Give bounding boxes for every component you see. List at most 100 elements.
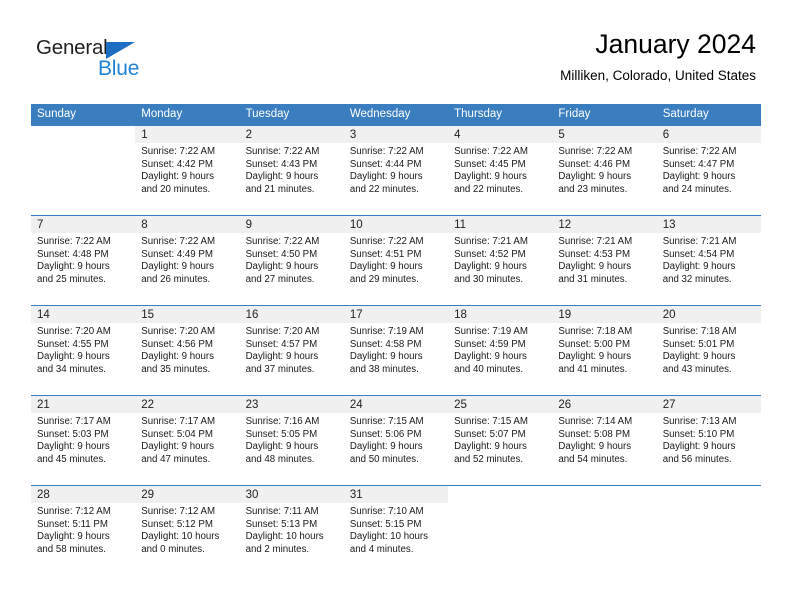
day-detail-lines: Sunrise: 7:14 AM Sunset: 5:08 PM Daylight:… — [552, 413, 656, 466]
day-detail-lines: Sunrise: 7:15 AM Sunset: 5:07 PM Daylight:… — [448, 413, 552, 466]
day-cell-inner: 24 Sunrise: 7:15 AM Sunset: 5:06 PM Dayligh… — [343, 396, 449, 485]
daylight-text-cont: and 56 minutes. — [662, 453, 732, 465]
calendar-day-cell[interactable]: 7 Sunrise: 7:22 AM Sunset: 4:48 PM Daylight… — [31, 215, 136, 306]
day-cell-inner: 29 Sunrise: 7:12 AM Sunset: 5:12 PM Dayligh… — [135, 486, 240, 575]
calendar-day-cell[interactable]: 25 Sunrise: 7:15 AM Sunset: 5:07 PM Dayligh… — [448, 395, 553, 486]
daylight-text-cont: and 54 minutes. — [558, 453, 628, 465]
day-detail-lines: Sunrise: 7:22 AM Sunset: 4:51 PM Daylight:… — [344, 233, 448, 286]
calendar-day-cell[interactable]: 5 Sunrise: 7:22 AM Sunset: 4:46 PM Daylight… — [552, 125, 657, 216]
title-block: January 2024 Milliken, Colorado, United … — [560, 28, 756, 86]
daylight-text: Daylight: 9 hours — [141, 441, 214, 453]
day-detail-lines: Sunrise: 7:22 AM Sunset: 4:42 PM Daylight:… — [135, 143, 239, 196]
day-detail-lines: Sunrise: 7:12 AM Sunset: 5:12 PM Daylight:… — [135, 503, 239, 556]
day-number — [448, 486, 552, 503]
day-cell-inner: 6 Sunrise: 7:22 AM Sunset: 4:47 PM Daylight… — [656, 126, 761, 215]
sunrise-text: Sunrise: 7:21 AM — [558, 236, 633, 247]
day-cell-inner: 7 Sunrise: 7:22 AM Sunset: 4:48 PM Daylight… — [31, 216, 136, 305]
calendar-day-cell[interactable]: 8 Sunrise: 7:22 AM Sunset: 4:49 PM Daylight… — [135, 215, 240, 306]
day-cell-inner: 16 Sunrise: 7:20 AM Sunset: 4:57 PM Dayligh… — [239, 306, 344, 395]
day-detail-lines: Sunrise: 7:21 AM Sunset: 4:54 PM Daylight:… — [657, 233, 761, 286]
calendar-day-cell[interactable]: 16 Sunrise: 7:20 AM Sunset: 4:57 PM Dayligh… — [239, 305, 344, 396]
day-cell-inner: 22 Sunrise: 7:17 AM Sunset: 5:04 PM Dayligh… — [135, 396, 240, 485]
day-detail-lines: Sunrise: 7:22 AM Sunset: 4:44 PM Daylight:… — [344, 143, 448, 196]
sunrise-text: Sunrise: 7:12 AM — [141, 506, 216, 517]
calendar-day-cell[interactable]: 4 Sunrise: 7:22 AM Sunset: 4:45 PM Daylight… — [448, 125, 553, 216]
day-number: 5 — [552, 126, 657, 143]
calendar-day-cell[interactable]: 18 Sunrise: 7:19 AM Sunset: 4:59 PM Dayligh… — [448, 305, 553, 396]
day-cell-inner — [31, 126, 135, 215]
calendar-day-cell[interactable]: 9 Sunrise: 7:22 AM Sunset: 4:50 PM Daylight… — [239, 215, 344, 306]
day-number: 1 — [135, 126, 240, 143]
sunrise-text: Sunrise: 7:22 AM — [37, 236, 111, 247]
daylight-text-cont: and 47 minutes. — [141, 453, 211, 465]
day-detail-lines — [657, 503, 761, 506]
daylight-text: Daylight: 9 hours — [558, 261, 632, 273]
sunset-text: Sunset: 5:11 PM — [37, 518, 108, 530]
calendar-day-cell[interactable]: 24 Sunrise: 7:15 AM Sunset: 5:06 PM Dayligh… — [343, 395, 449, 486]
sunset-text: Sunset: 4:45 PM — [454, 158, 526, 170]
day-number: 31 — [343, 486, 449, 503]
calendar-day-cell[interactable]: 6 Sunrise: 7:22 AM Sunset: 4:47 PM Daylight… — [656, 125, 761, 216]
general-blue-logo[interactable]: General Blue — [36, 36, 156, 84]
calendar-day-cell[interactable]: 26 Sunrise: 7:14 AM Sunset: 5:08 PM Dayligh… — [552, 395, 657, 486]
sunset-text: Sunset: 4:54 PM — [662, 248, 735, 260]
calendar-day-cell[interactable]: 28 Sunrise: 7:12 AM Sunset: 5:11 PM Dayligh… — [31, 485, 136, 575]
logo-text-general: General — [36, 36, 108, 59]
day-detail-lines: Sunrise: 7:22 AM Sunset: 4:47 PM Daylight:… — [657, 143, 761, 196]
daylight-text: Daylight: 9 hours — [662, 171, 736, 183]
calendar-week-row: 7 Sunrise: 7:22 AM Sunset: 4:48 PM Daylight… — [31, 215, 761, 306]
daylight-text-cont: and 2 minutes. — [245, 543, 310, 555]
calendar-day-cell-empty — [31, 125, 136, 216]
calendar-day-cell[interactable]: 1 Sunrise: 7:22 AM Sunset: 4:42 PM Daylight… — [135, 125, 240, 216]
calendar-day-cell[interactable]: 2 Sunrise: 7:22 AM Sunset: 4:43 PM Daylight… — [239, 125, 344, 216]
daylight-text-cont: and 23 minutes. — [558, 183, 628, 195]
daylight-text: Daylight: 9 hours — [454, 261, 527, 273]
calendar-day-cell[interactable]: 31 Sunrise: 7:10 AM Sunset: 5:15 PM Dayligh… — [343, 485, 449, 575]
daylight-text: Daylight: 9 hours — [37, 261, 110, 273]
calendar-day-cell[interactable]: 12 Sunrise: 7:21 AM Sunset: 4:53 PM Dayligh… — [552, 215, 657, 306]
daylight-text-cont: and 41 minutes. — [558, 363, 628, 375]
sunset-text: Sunset: 4:59 PM — [454, 338, 526, 350]
day-detail-lines: Sunrise: 7:17 AM Sunset: 5:03 PM Daylight:… — [31, 413, 135, 466]
day-cell-inner: 1 Sunrise: 7:22 AM Sunset: 4:42 PM Daylight… — [135, 126, 240, 215]
day-number: 6 — [656, 126, 761, 143]
calendar-day-cell[interactable]: 22 Sunrise: 7:17 AM Sunset: 5:04 PM Dayligh… — [135, 395, 240, 486]
day-cell-inner: 18 Sunrise: 7:19 AM Sunset: 4:59 PM Dayligh… — [448, 306, 553, 395]
sunrise-text: Sunrise: 7:11 AM — [245, 506, 319, 517]
calendar-day-cell[interactable]: 21 Sunrise: 7:17 AM Sunset: 5:03 PM Dayligh… — [31, 395, 136, 486]
day-detail-lines: Sunrise: 7:22 AM Sunset: 4:48 PM Daylight:… — [31, 233, 135, 286]
sunset-text: Sunset: 5:07 PM — [454, 428, 526, 440]
calendar-day-cell[interactable]: 11 Sunrise: 7:21 AM Sunset: 4:52 PM Dayligh… — [448, 215, 553, 306]
calendar-day-cell[interactable]: 13 Sunrise: 7:21 AM Sunset: 4:54 PM Dayligh… — [656, 215, 761, 306]
calendar-day-cell[interactable]: 10 Sunrise: 7:22 AM Sunset: 4:51 PM Dayligh… — [343, 215, 449, 306]
calendar-day-cell[interactable]: 29 Sunrise: 7:12 AM Sunset: 5:12 PM Dayligh… — [135, 485, 240, 575]
sunrise-text: Sunrise: 7:22 AM — [349, 146, 424, 157]
sunrise-text: Sunrise: 7:20 AM — [141, 326, 216, 337]
calendar-day-cell[interactable]: 20 Sunrise: 7:18 AM Sunset: 5:01 PM Dayligh… — [656, 305, 761, 396]
calendar-day-cell[interactable]: 3 Sunrise: 7:22 AM Sunset: 4:44 PM Daylight… — [343, 125, 449, 216]
calendar-day-cell[interactable]: 14 Sunrise: 7:20 AM Sunset: 4:55 PM Dayligh… — [31, 305, 136, 396]
calendar-day-cell[interactable]: 17 Sunrise: 7:19 AM Sunset: 4:58 PM Dayligh… — [343, 305, 449, 396]
day-cell-inner: 20 Sunrise: 7:18 AM Sunset: 5:01 PM Dayligh… — [656, 306, 761, 395]
day-cell-inner: 31 Sunrise: 7:10 AM Sunset: 5:15 PM Dayligh… — [343, 486, 449, 575]
day-cell-inner: 21 Sunrise: 7:17 AM Sunset: 5:03 PM Dayligh… — [31, 396, 136, 485]
day-number: 10 — [343, 216, 449, 233]
calendar-body: 1 Sunrise: 7:22 AM Sunset: 4:42 PM Daylight… — [31, 125, 761, 575]
daylight-text-cont: and 22 minutes. — [349, 183, 419, 195]
calendar-day-cell[interactable]: 15 Sunrise: 7:20 AM Sunset: 4:56 PM Dayligh… — [135, 305, 240, 396]
day-cell-inner: 3 Sunrise: 7:22 AM Sunset: 4:44 PM Daylight… — [343, 126, 449, 215]
calendar-week-row: 21 Sunrise: 7:17 AM Sunset: 5:03 PM Dayligh… — [31, 395, 761, 486]
sunset-text: Sunset: 4:55 PM — [37, 338, 109, 350]
sunrise-text: Sunrise: 7:19 AM — [349, 326, 424, 337]
sunset-text: Sunset: 4:57 PM — [245, 338, 318, 350]
page-title: January 2024 — [595, 29, 756, 59]
daylight-text-cont: and 32 minutes. — [662, 273, 732, 285]
calendar-day-cell[interactable]: 27 Sunrise: 7:13 AM Sunset: 5:10 PM Dayligh… — [656, 395, 761, 486]
day-number: 28 — [31, 486, 136, 503]
day-detail-lines: Sunrise: 7:19 AM Sunset: 4:59 PM Daylight:… — [448, 323, 552, 376]
calendar-day-cell[interactable]: 19 Sunrise: 7:18 AM Sunset: 5:00 PM Dayligh… — [552, 305, 657, 396]
sunrise-text: Sunrise: 7:18 AM — [558, 326, 633, 337]
calendar-day-cell[interactable]: 30 Sunrise: 7:11 AM Sunset: 5:13 PM Dayligh… — [239, 485, 344, 575]
calendar-day-cell[interactable]: 23 Sunrise: 7:16 AM Sunset: 5:05 PM Dayligh… — [239, 395, 344, 486]
weekday-header-saturday: Saturday — [656, 104, 761, 126]
